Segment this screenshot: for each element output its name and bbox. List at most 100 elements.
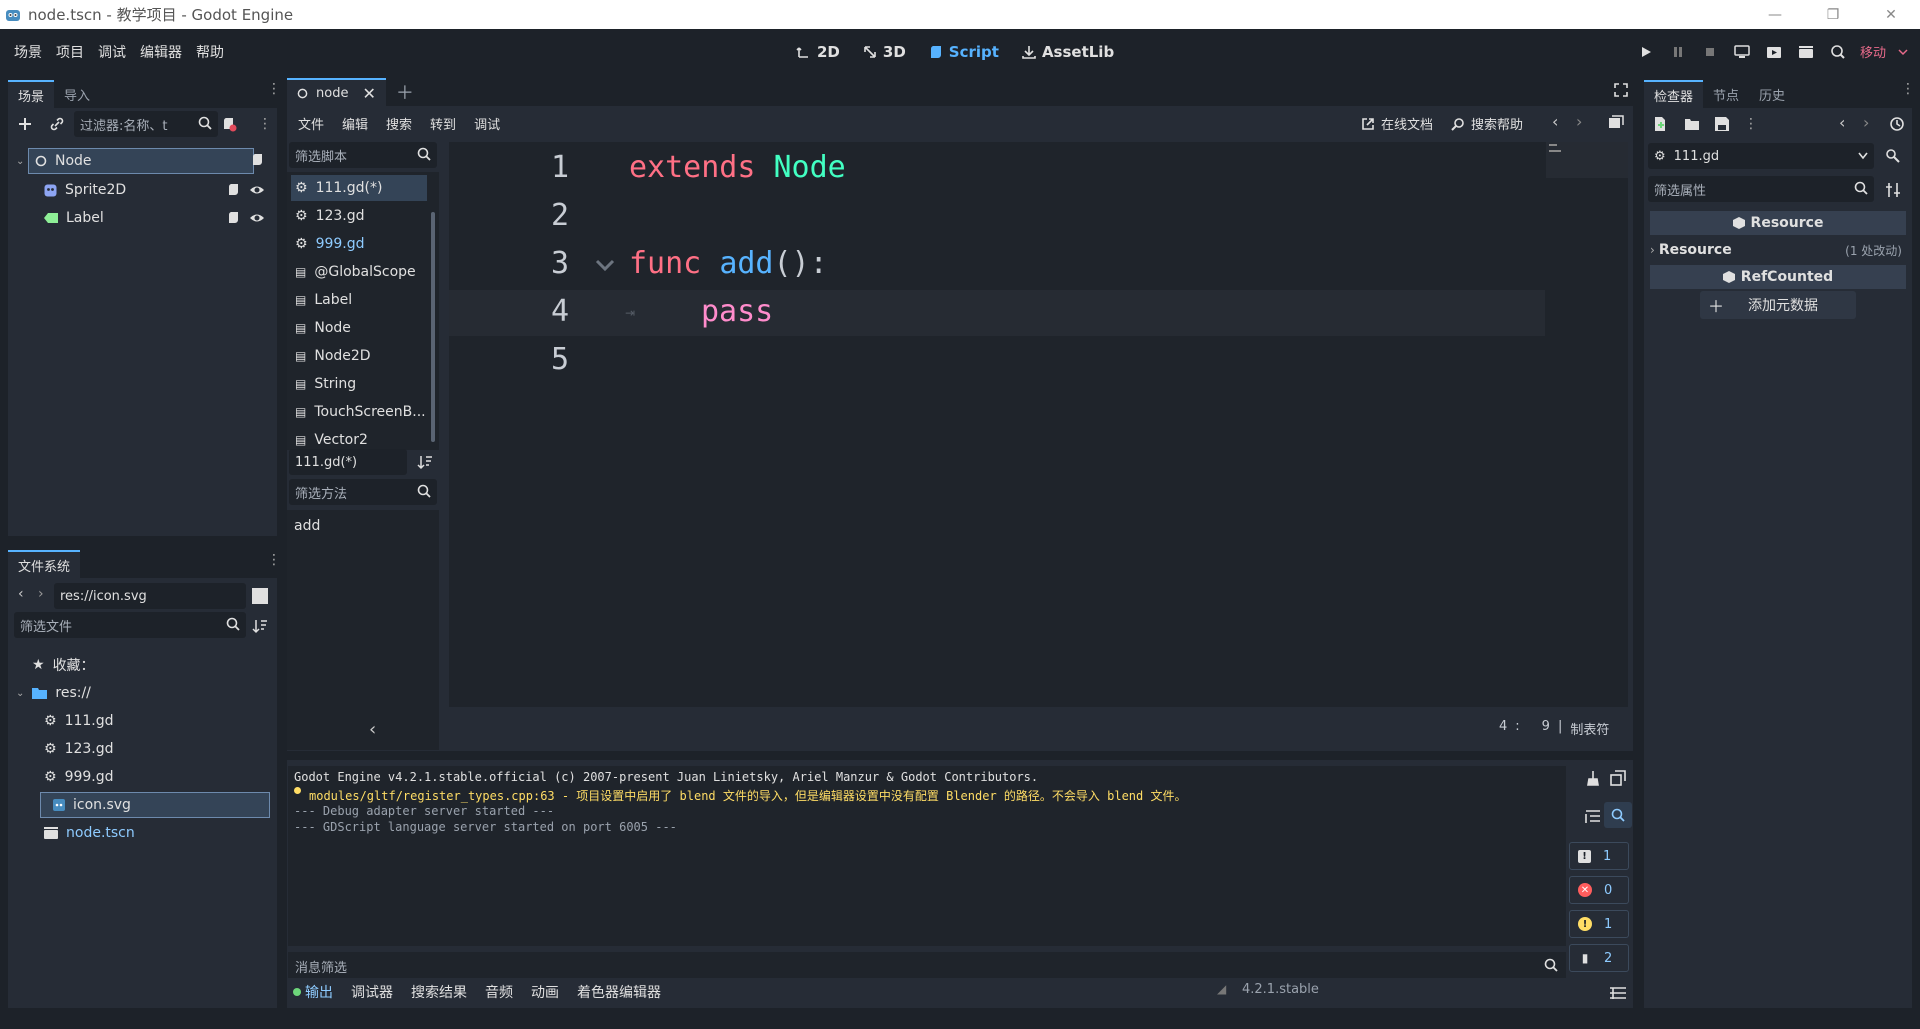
script-menu-debug[interactable]: 调试 [467, 114, 507, 133]
new-resource-icon[interactable] [1652, 116, 1668, 132]
chevron-down-icon[interactable] [1898, 47, 1908, 57]
filter-methods-input[interactable]: 筛选方法 [289, 479, 437, 505]
inspector-extra-menu-icon[interactable]: ⋮ [1744, 117, 1758, 131]
chevron-down-icon[interactable]: ⌄ [16, 156, 24, 167]
play-scene-button[interactable] [1764, 42, 1784, 62]
tab-inspector[interactable]: 检查器 [1644, 80, 1704, 108]
panel-layout-icon[interactable] [1609, 986, 1627, 1000]
tools-icon[interactable] [1885, 182, 1901, 198]
save-icon[interactable] [1714, 116, 1730, 132]
messages-counter[interactable]: ! 1 [1569, 842, 1629, 870]
script-list-item[interactable]: ▤ TouchScreenB... [291, 399, 427, 425]
errors-counter[interactable]: ✕ 0 [1569, 876, 1629, 904]
property-group-resource[interactable]: › Resource (1 处改动) [1650, 238, 1906, 262]
remote-debug-button[interactable] [1732, 42, 1752, 62]
collapse-duplicates-icon[interactable] [1585, 808, 1601, 824]
tree-node-sprite2d[interactable]: Sprite2D [44, 177, 234, 203]
visibility-eye-icon[interactable] [249, 211, 265, 225]
tab-debugger[interactable]: 调试器 [342, 982, 402, 1002]
tab-import[interactable]: 导入 [54, 80, 100, 108]
message-filter-input[interactable]: 消息筛选 [288, 952, 1566, 978]
add-node-icon[interactable] [17, 116, 33, 132]
script-list-item[interactable]: ▤ Node2D [291, 343, 427, 369]
copy-icon[interactable] [1610, 770, 1626, 786]
tab-animation[interactable]: 动画 [522, 982, 568, 1002]
add-metadata-button[interactable]: ＋ 添加元数据 [1700, 291, 1856, 319]
script-menu-search[interactable]: 搜索 [379, 114, 419, 133]
maximize-button[interactable]: ❐ [1804, 0, 1862, 29]
warnings-counter[interactable]: ! 1 [1569, 910, 1629, 938]
menu-editor[interactable]: 编辑器 [133, 42, 189, 62]
tab-history[interactable]: 历史 [1749, 80, 1795, 108]
scene-tree-menu-icon[interactable]: ⋮ [258, 117, 272, 131]
favorites-row[interactable]: ★ 收藏： [32, 652, 95, 678]
split-view-icon[interactable] [252, 588, 268, 604]
chevron-left-icon[interactable]: ‹ [1552, 112, 1558, 131]
chevron-left-icon[interactable]: ‹ [18, 586, 24, 602]
script-menu-file[interactable]: 文件 [291, 114, 331, 133]
toggle-scripts-panel-icon[interactable] [1608, 115, 1624, 129]
object-props-icon[interactable] [1885, 148, 1901, 164]
minimize-button[interactable]: — [1746, 0, 1804, 29]
filter-scripts-input[interactable]: 筛选脚本 [289, 142, 437, 168]
menu-help[interactable]: 帮助 [189, 42, 231, 62]
file-row[interactable]: node.tscn [44, 820, 135, 846]
filter-properties-input[interactable]: 筛选属性 [1648, 176, 1874, 202]
file-row[interactable]: ⚙ 999.gd [44, 764, 114, 790]
script-list-item[interactable]: ▤ Label [291, 287, 427, 313]
stop-button[interactable] [1700, 42, 1720, 62]
chevron-left-icon[interactable]: ‹ [1839, 113, 1845, 132]
tree-node-root[interactable]: ⌄ Node [16, 148, 254, 174]
menu-scene[interactable]: 场景 [7, 42, 49, 62]
script-menu-goto[interactable]: 转到 [423, 114, 463, 133]
history-icon[interactable] [1889, 116, 1905, 132]
filter-toggle-button[interactable] [1604, 802, 1632, 828]
scene-dock-menu-icon[interactable]: ⋮ [267, 82, 281, 96]
chevron-right-icon[interactable]: › [38, 586, 44, 602]
indent-mode[interactable]: 制表符 [1570, 719, 1609, 738]
script-list-item[interactable]: ▤ Node [291, 315, 427, 341]
scene-filter-input[interactable]: 过滤器:名称、t [74, 111, 218, 137]
script-menu-edit[interactable]: 编辑 [335, 114, 375, 133]
script-list-scrollbar[interactable] [431, 212, 435, 442]
res-root-row[interactable]: ⌄ res:// [16, 680, 91, 706]
tab-search-results[interactable]: 搜索结果 [402, 982, 476, 1002]
workspace-2d-button[interactable]: 2D [788, 43, 848, 61]
tab-node-signals[interactable]: 节点 [1703, 80, 1749, 108]
sort-icon[interactable] [252, 618, 268, 634]
method-item[interactable]: add [294, 518, 320, 534]
script-attached-icon[interactable] [251, 153, 265, 167]
filesystem-menu-icon[interactable]: ⋮ [267, 553, 281, 567]
link-icon[interactable] [49, 116, 65, 132]
visibility-eye-icon[interactable] [249, 183, 265, 197]
code-editor[interactable]: 1 2 3 4 5 ⇥ extends Node func add(): pas… [449, 142, 1628, 707]
minimap[interactable] [1546, 142, 1628, 178]
pause-button[interactable] [1668, 42, 1688, 62]
script-list-item[interactable]: ▤ String [291, 371, 427, 397]
renderer-selector[interactable]: 移动 [1860, 42, 1886, 61]
file-row-selected[interactable]: icon.svg [40, 792, 270, 818]
resource-selector[interactable]: ⚙ 111.gd [1648, 143, 1874, 169]
tree-node-label-node[interactable]: Label [44, 205, 234, 231]
tab-scene[interactable]: 场景 [8, 80, 55, 108]
workspace-3d-button[interactable]: 3D [854, 43, 914, 61]
workspace-script-button[interactable]: Script [920, 43, 1007, 61]
open-folder-icon[interactable] [1684, 116, 1700, 132]
script-list-item[interactable]: ⚙ 999.gd [291, 231, 427, 257]
clear-log-icon[interactable] [1585, 770, 1601, 786]
script-list-item[interactable]: ⚙ 111.gd(*) [291, 175, 427, 201]
tab-output[interactable]: 输出 [305, 982, 342, 1002]
workspace-assetlib-button[interactable]: AssetLib [1013, 43, 1122, 61]
editor-messages-counter[interactable]: ▮ 2 [1569, 944, 1629, 972]
script-list-item[interactable]: ▤ @GlobalScope [291, 259, 427, 285]
tab-audio[interactable]: 音频 [476, 982, 522, 1002]
menu-project[interactable]: 项目 [49, 42, 91, 62]
menu-debug[interactable]: 调试 [91, 42, 133, 62]
script-list-item[interactable]: ▤ Vector2 [291, 427, 427, 450]
filesystem-filter-input[interactable]: 筛选文件 [14, 612, 246, 638]
chevron-down-icon[interactable]: ⌄ [16, 688, 24, 699]
inspector-dock-menu-icon[interactable]: ⋮ [1901, 82, 1915, 96]
search-help-button[interactable]: 搜索帮助 [1451, 114, 1523, 133]
script-attached-icon[interactable] [227, 183, 241, 197]
sort-icon[interactable] [417, 454, 433, 470]
